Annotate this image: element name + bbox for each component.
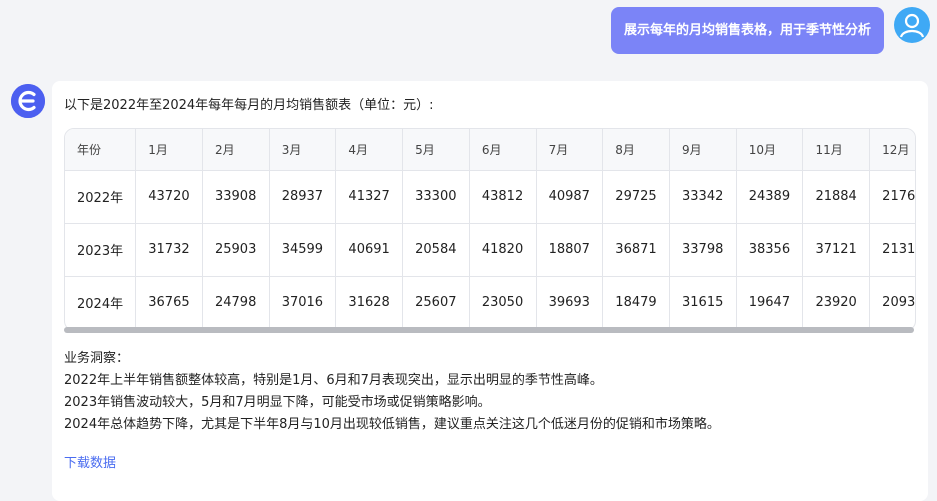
table-header-cell: 6月 <box>469 129 537 171</box>
sales-value-cell: 33798 <box>669 223 737 277</box>
table-header-cell: 2月 <box>202 129 270 171</box>
sales-value-cell: 28937 <box>269 170 337 224</box>
table-header-cell: 9月 <box>669 129 737 171</box>
sales-value-cell: 25607 <box>402 276 470 329</box>
sales-value-cell: 33300 <box>402 170 470 224</box>
table-header-cell: 1月 <box>135 129 203 171</box>
insights-section: 业务洞察： 2022年上半年销售额整体较高，特别是1月、6月和7月表现突出，显示… <box>64 348 720 436</box>
sales-value-cell: 41820 <box>469 223 537 277</box>
sales-value-cell: 43720 <box>135 170 203 224</box>
download-data-link[interactable]: 下载数据 <box>64 452 116 471</box>
sales-value-cell: 18479 <box>602 276 671 329</box>
table-header-cell: 年份 <box>65 129 137 171</box>
sales-value-cell: 23920 <box>802 276 871 329</box>
sales-value-cell: 36765 <box>135 276 203 329</box>
sales-value-cell: 31732 <box>135 223 203 277</box>
table-header-cell: 8月 <box>602 129 671 171</box>
table-header-cell: 5月 <box>402 129 470 171</box>
table-header-cell: 7月 <box>536 129 604 171</box>
year-cell: 2022年 <box>65 170 137 224</box>
sales-value-cell: 33908 <box>202 170 270 224</box>
sales-value-cell: 43812 <box>469 170 537 224</box>
user-avatar-icon[interactable] <box>894 7 930 43</box>
sales-value-cell: 34599 <box>269 223 337 277</box>
insight-line: 2023年销售波动较大，5月和7月明显下降，可能受市场或促销策略影响。 <box>64 395 491 410</box>
year-cell: 2023年 <box>65 223 137 277</box>
sales-value-cell: 33342 <box>669 170 737 224</box>
sales-value-cell: 19647 <box>736 276 804 329</box>
sales-value-cell: 37121 <box>802 223 871 277</box>
table-row: 2023年 31732 25903 34599 40691 20584 41820 18807… <box>65 223 915 277</box>
table-header-cell: 12月 <box>869 129 915 171</box>
table-row: 2022年 43720 33908 28937 41327 33300 43812 40987… <box>65 170 915 224</box>
table-row: 2024年 36765 24798 37016 31628 25607 23050 39693… <box>65 276 915 329</box>
sales-value-cell: 40691 <box>335 223 404 277</box>
horizontal-scrollbar[interactable] <box>64 327 914 333</box>
sales-value-cell: 40987 <box>536 170 604 224</box>
table-header-cell: 4月 <box>335 129 404 171</box>
monthly-sales-table: 年份 1月 2月 3月 4月 5月 6月 7月 8月 9月 10月 11月 12月 2022年 43720… <box>65 129 915 329</box>
bot-logo-icon <box>11 84 45 118</box>
sales-value-cell: 31615 <box>669 276 737 329</box>
sales-value-cell: 31628 <box>335 276 404 329</box>
table-header-cell: 3月 <box>269 129 337 171</box>
sales-value-cell: 39693 <box>536 276 604 329</box>
user-message-bubble: 展示每年的月均销售表格，用于季节性分析 <box>610 7 884 54</box>
sales-value-cell: 21763 <box>869 170 915 224</box>
sales-value-cell: 37016 <box>269 276 337 329</box>
user-message-row: 展示每年的月均销售表格，用于季节性分析 <box>0 7 937 55</box>
sales-value-cell: 38356 <box>736 223 804 277</box>
insights-title: 业务洞察： <box>64 351 130 366</box>
sales-value-cell: 24389 <box>736 170 804 224</box>
sales-value-cell: 41327 <box>335 170 404 224</box>
sales-value-cell: 18807 <box>536 223 604 277</box>
sales-value-cell: 20933 <box>869 276 915 329</box>
bot-message-card: 以下是2022年至2024年每年每月的月均销售额表（单位：元）: 年份 1月 2月 3… <box>52 81 928 501</box>
sales-value-cell: 25903 <box>202 223 270 277</box>
sales-value-cell: 21884 <box>802 170 871 224</box>
sales-value-cell: 24798 <box>202 276 270 329</box>
sales-value-cell: 21312 <box>869 223 915 277</box>
year-cell: 2024年 <box>65 276 137 329</box>
sales-table-container: 年份 1月 2月 3月 4月 5月 6月 7月 8月 9月 10月 11月 12月 2022年 43720… <box>64 128 916 331</box>
sales-value-cell: 23050 <box>469 276 537 329</box>
sales-value-cell: 36871 <box>602 223 671 277</box>
insight-line: 2024年总体趋势下降，尤其是下半年8月与10月出现较低销售，建议重点关注这几个… <box>64 417 720 432</box>
sales-value-cell: 29725 <box>602 170 671 224</box>
insight-line: 2022年上半年销售额整体较高，特别是1月、6月和7月表现突出，显示出明显的季节… <box>64 373 603 388</box>
intro-text: 以下是2022年至2024年每年每月的月均销售额表（单位：元）: <box>64 98 434 113</box>
table-header-cell: 10月 <box>736 129 804 171</box>
sales-value-cell: 20584 <box>402 223 470 277</box>
table-header-cell: 11月 <box>802 129 871 171</box>
table-header-row: 年份 1月 2月 3月 4月 5月 6月 7月 8月 9月 10月 11月 12月 <box>65 129 915 171</box>
